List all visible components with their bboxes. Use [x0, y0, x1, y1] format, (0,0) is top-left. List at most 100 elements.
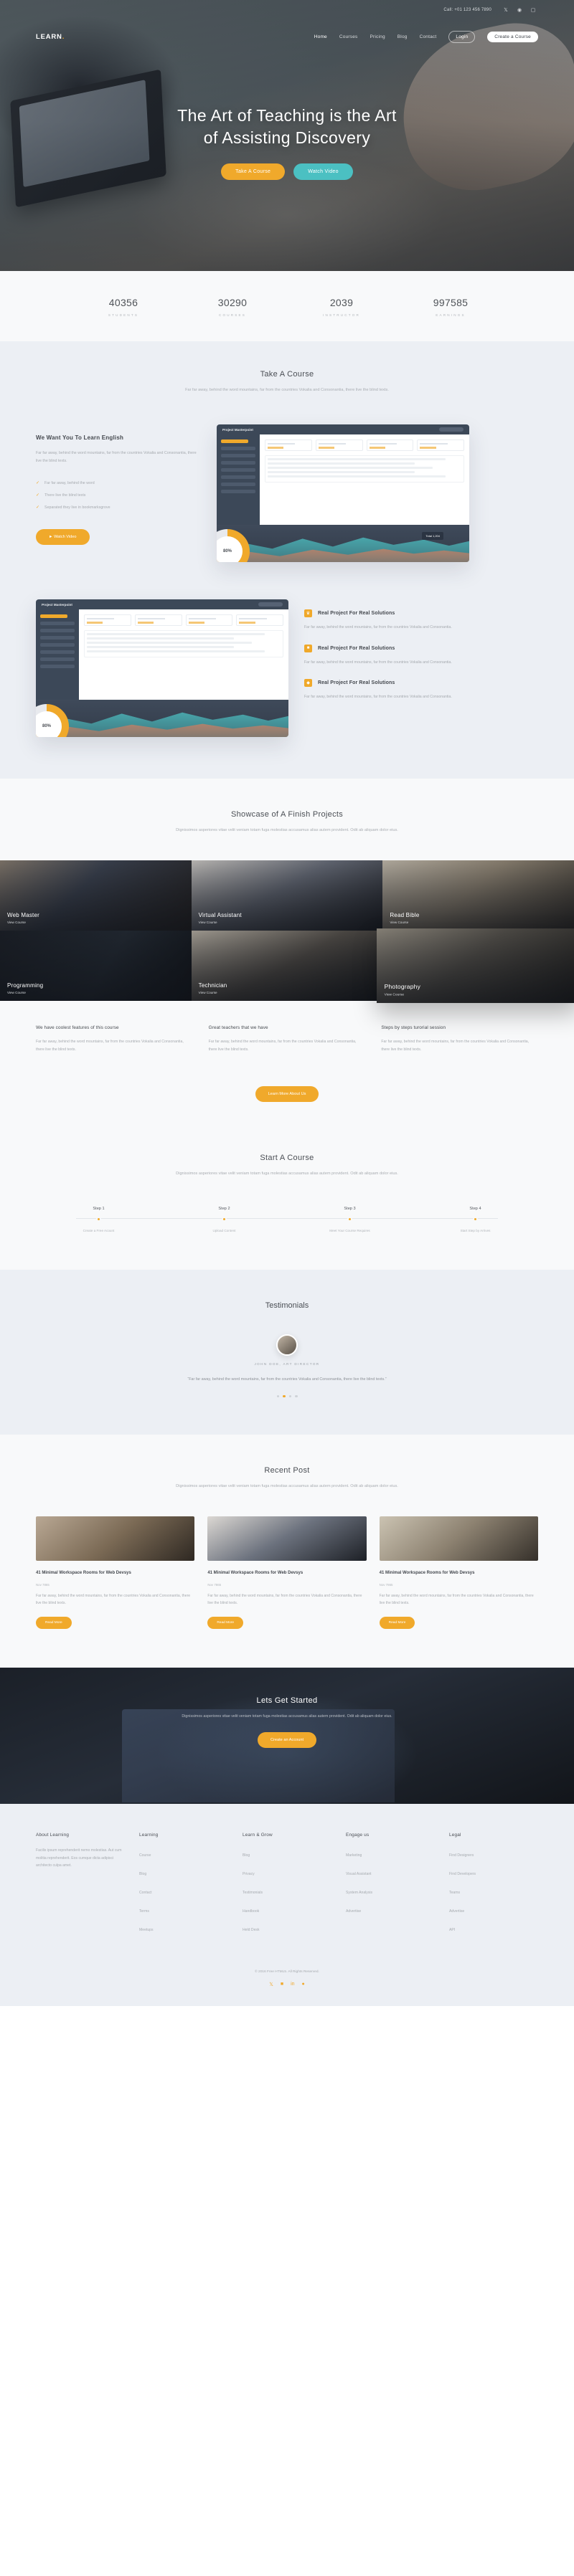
- dashboard-action-pill: [439, 427, 464, 432]
- login-button[interactable]: Login: [448, 30, 476, 43]
- footer-link[interactable]: Handbook: [243, 1909, 259, 1914]
- post-card[interactable]: 41 Minimal Workspace Rooms for Web Devsy…: [36, 1516, 195, 1630]
- post-title: 41 Minimal Workspace Rooms for Web Devsy…: [36, 1571, 131, 1576]
- footer-list-item: Contact: [139, 1884, 228, 1897]
- step-3[interactable]: Step 3 Meet Your Course Requires: [287, 1207, 413, 1232]
- footer-list-item: Blog: [243, 1847, 331, 1860]
- footer-link[interactable]: System Analysis: [346, 1891, 372, 1895]
- carousel-dot-active[interactable]: [283, 1394, 286, 1398]
- post-card[interactable]: 41 Minimal Workspace Rooms for Web Devsy…: [207, 1516, 367, 1630]
- dribbble-icon[interactable]: ●: [302, 1982, 305, 1987]
- twitter-icon[interactable]: 𝕏: [502, 7, 509, 13]
- nav-item-contact[interactable]: Contact: [420, 34, 437, 39]
- showcase-card-virtual-assistant[interactable]: Virtual Assistant View Course: [191, 860, 383, 931]
- view-course-link[interactable]: View Course: [199, 991, 227, 994]
- sidebar-item: [221, 439, 249, 444]
- footer-link[interactable]: Advertise: [449, 1909, 464, 1914]
- nav-item-pricing[interactable]: Pricing: [370, 34, 385, 39]
- feature-heading: We Want You To Learn English: [36, 434, 124, 442]
- real-project-heading: Real Project For Real Solutions: [318, 611, 395, 617]
- nav-item-courses[interactable]: Courses: [339, 34, 358, 39]
- view-course-link[interactable]: View Course: [385, 992, 420, 996]
- table-row: [268, 462, 415, 465]
- feature-watch-video-button[interactable]: ► Watch Video: [36, 528, 90, 545]
- view-course-link[interactable]: View Course: [390, 921, 419, 924]
- footer-link[interactable]: Blog: [139, 1872, 146, 1876]
- take-a-course-button[interactable]: Take A Course: [221, 163, 286, 180]
- footer-link[interactable]: Contact: [139, 1891, 152, 1895]
- nav-item-blog[interactable]: Blog: [397, 34, 408, 39]
- linkedin-icon[interactable]: in: [291, 1982, 294, 1987]
- showcase-card-read-bible[interactable]: Read Bible View Course: [382, 860, 574, 931]
- footer-link[interactable]: Testimonials: [243, 1891, 263, 1895]
- sidebar-item: [221, 461, 255, 465]
- footer-link[interactable]: API: [449, 1928, 455, 1932]
- dashboard-table: [84, 630, 283, 658]
- carousel-dot[interactable]: [288, 1394, 291, 1398]
- column-body: Far far away, behind the word mountains,…: [381, 1040, 530, 1052]
- nav-item-home[interactable]: Home: [314, 34, 327, 39]
- carousel-dot[interactable]: [295, 1394, 298, 1398]
- view-course-link[interactable]: View Course: [7, 991, 43, 994]
- post-excerpt: Far far away, behind the word mountains,…: [36, 1594, 191, 1606]
- read-more-button[interactable]: Read More: [207, 1617, 244, 1630]
- section-header: Take A Course Far far away, behind the w…: [36, 370, 538, 394]
- create-course-button[interactable]: Create a Course: [487, 31, 538, 42]
- read-more-button[interactable]: Read More: [36, 1617, 72, 1630]
- sidebar-item: [40, 657, 75, 662]
- create-account-button[interactable]: Create an Account: [257, 1731, 317, 1748]
- view-course-link[interactable]: View Course: [199, 921, 242, 924]
- view-course-link[interactable]: View Course: [7, 921, 39, 924]
- site-logo[interactable]: LEARN.: [36, 33, 65, 41]
- instagram-icon[interactable]: ▢: [530, 7, 537, 13]
- footer-link-list: Course Blog Contact Terms Meetups: [139, 1847, 228, 1934]
- copyright-text: © 2016 Free HTML5. All Rights Reserved.: [255, 1970, 319, 1974]
- feature-button-label: Watch Video: [54, 534, 77, 539]
- learn-more-button[interactable]: Learn More About Us: [255, 1086, 319, 1103]
- showcase-card-photography[interactable]: Photography View Course: [377, 928, 574, 1004]
- footer-about-text: Facilis ipsum reprehenderit nemo molesti…: [36, 1848, 122, 1868]
- footer-link[interactable]: Marketing: [346, 1853, 362, 1858]
- post-card[interactable]: 41 Minimal Workspace Rooms for Web Devsy…: [379, 1516, 538, 1630]
- post-thumbnail: [36, 1516, 195, 1562]
- steps-timeline: Step 1 Create a Free Acount Step 2 Uploa…: [36, 1207, 538, 1232]
- footer-link[interactable]: Course: [139, 1853, 151, 1858]
- showcase-card-programming[interactable]: Programming View Course: [0, 931, 192, 1002]
- footer-list-item: Advertise: [449, 1903, 538, 1916]
- showcase-card-technician[interactable]: Technician View Course: [191, 931, 383, 1002]
- footer-link[interactable]: Visual Assistant: [346, 1872, 372, 1876]
- showcase-column: We have coolest features of this course …: [36, 1025, 193, 1053]
- tick-label: There live the blind texts: [44, 493, 86, 498]
- footer-link[interactable]: Terms: [139, 1909, 149, 1914]
- showcase-columns: We have coolest features of this course …: [36, 1025, 538, 1053]
- read-more-button[interactable]: Read More: [379, 1617, 415, 1630]
- watch-video-button[interactable]: Watch Video: [293, 163, 353, 180]
- footer-link[interactable]: Teams: [449, 1891, 460, 1895]
- footer-link[interactable]: Find Developers: [449, 1872, 476, 1876]
- step-4[interactable]: Step 4 Start Step by Arrives: [413, 1207, 538, 1232]
- showcase-card-web-master[interactable]: Web Master View Course: [0, 860, 192, 931]
- sidebar-item: [221, 483, 255, 487]
- phone-number: Call: +01 123 456 7890: [443, 8, 491, 12]
- carousel-dot[interactable]: [276, 1394, 279, 1398]
- facebook-icon[interactable]: ◉: [516, 7, 523, 13]
- column-heading: We have coolest features of this course: [36, 1025, 119, 1031]
- twitter-icon[interactable]: 𝕏: [269, 1982, 273, 1987]
- footer-link[interactable]: Blog: [243, 1853, 250, 1858]
- testimonials-title: Testimonials: [265, 1301, 309, 1311]
- metric-card: [134, 614, 182, 627]
- footer-link[interactable]: Meetups: [139, 1928, 154, 1932]
- footer-link[interactable]: Held Desk: [243, 1928, 260, 1932]
- step-2[interactable]: Step 2 Upload Content: [161, 1207, 287, 1232]
- table-row: [87, 642, 252, 645]
- step-dot-icon: [473, 1217, 478, 1222]
- testimonials-section: Testimonials JOHN DOE, ART DIRECTOR “Far…: [0, 1270, 574, 1435]
- showcase-caption: Photography View Course: [385, 984, 420, 997]
- footer-link[interactable]: Find Designers: [449, 1853, 474, 1858]
- metric-card: [366, 439, 414, 452]
- facebook-icon[interactable]: ■: [281, 1982, 283, 1987]
- footer-link[interactable]: Privacy: [243, 1872, 255, 1876]
- footer-link[interactable]: Advertise: [346, 1909, 361, 1914]
- step-1[interactable]: Step 1 Create a Free Acount: [36, 1207, 161, 1232]
- showcase-grid: Web Master View Course Virtual Assistant…: [0, 860, 574, 1004]
